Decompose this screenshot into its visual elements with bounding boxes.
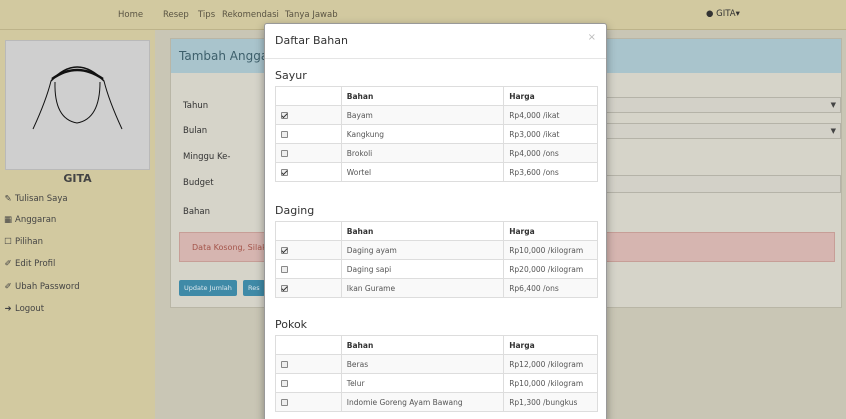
bahan-name: Ikan Gurame xyxy=(340,278,505,298)
checkbox-unchecked[interactable] xyxy=(281,379,288,387)
table-pokok: Bahan Harga Beras Rp12,000 /kilogram Tel… xyxy=(275,335,598,412)
bahan-name: Wortel xyxy=(340,162,505,182)
table-row: Kangkung Rp3,000 /ikat xyxy=(275,124,598,144)
section-title-sayur: Sayur xyxy=(275,69,307,82)
bahan-harga: Rp6,400 /ons xyxy=(503,278,598,298)
row-checkbox[interactable] xyxy=(275,373,342,393)
checkbox-unchecked[interactable] xyxy=(281,265,288,273)
section-title-pokok: Pokok xyxy=(275,318,308,331)
bahan-name: Beras xyxy=(340,354,505,374)
bahan-harga: Rp10,000 /kilogram xyxy=(503,373,598,393)
bahan-harga: Rp1,300 /bungkus xyxy=(503,392,598,412)
checkbox-checked[interactable] xyxy=(281,284,288,292)
table-row: Brokoli Rp4,000 /ons xyxy=(275,143,598,163)
modal-title: Daftar Bahan xyxy=(275,34,348,47)
bahan-harga: Rp12,000 /kilogram xyxy=(503,354,598,374)
checkbox-unchecked[interactable] xyxy=(281,130,288,138)
bahan-harga: Rp10,000 /kilogram xyxy=(503,240,598,260)
table-row: Beras Rp12,000 /kilogram xyxy=(275,354,598,374)
bahan-name: Daging sapi xyxy=(340,259,505,279)
table-header-row: Bahan Harga xyxy=(275,221,598,241)
bahan-name: Telur xyxy=(340,373,505,393)
header-bahan: Bahan xyxy=(340,221,505,241)
bahan-harga: Rp20,000 /kilogram xyxy=(503,259,598,279)
checkbox-checked[interactable] xyxy=(281,246,288,254)
checkbox-unchecked[interactable] xyxy=(281,149,288,157)
section-title-daging: Daging xyxy=(275,204,315,217)
table-row: Bayam Rp4,000 /ikat xyxy=(275,105,598,125)
checkbox-unchecked[interactable] xyxy=(281,398,288,406)
bahan-name: Daging ayam xyxy=(340,240,505,260)
header-check xyxy=(275,86,342,106)
header-check xyxy=(275,221,342,241)
table-header-row: Bahan Harga xyxy=(275,86,598,106)
table-row: Daging sapi Rp20,000 /kilogram xyxy=(275,259,598,279)
header-bahan: Bahan xyxy=(340,86,505,106)
bahan-name: Indomie Goreng Ayam Bawang xyxy=(340,392,505,412)
checkbox-checked[interactable] xyxy=(281,168,288,176)
row-checkbox[interactable] xyxy=(275,105,342,125)
table-row: Ikan Gurame Rp6,400 /ons xyxy=(275,278,598,298)
row-checkbox[interactable] xyxy=(275,240,342,260)
table-header-row: Bahan Harga xyxy=(275,335,598,355)
bahan-harga: Rp3,600 /ons xyxy=(503,162,598,182)
table-row: Wortel Rp3,600 /ons xyxy=(275,162,598,182)
row-checkbox[interactable] xyxy=(275,354,342,374)
row-checkbox[interactable] xyxy=(275,143,342,163)
bahan-name: Kangkung xyxy=(340,124,505,144)
row-checkbox[interactable] xyxy=(275,124,342,144)
row-checkbox[interactable] xyxy=(275,392,342,412)
bahan-harga: Rp4,000 /ons xyxy=(503,143,598,163)
table-row: Telur Rp10,000 /kilogram xyxy=(275,373,598,393)
table-daging: Bahan Harga Daging ayam Rp10,000 /kilogr… xyxy=(275,221,598,298)
checkbox-unchecked[interactable] xyxy=(281,360,288,368)
close-icon[interactable]: × xyxy=(588,32,596,43)
header-harga: Harga xyxy=(503,86,598,106)
header-bahan: Bahan xyxy=(340,335,505,355)
header-harga: Harga xyxy=(503,335,598,355)
row-checkbox[interactable] xyxy=(275,162,342,182)
row-checkbox[interactable] xyxy=(275,278,342,298)
bahan-name: Brokoli xyxy=(340,143,505,163)
checkbox-checked[interactable] xyxy=(281,111,288,119)
modal-header: Daftar Bahan × xyxy=(265,24,606,59)
daftar-bahan-modal: Daftar Bahan × Sayur Bahan Harga Bayam R… xyxy=(264,23,607,419)
row-checkbox[interactable] xyxy=(275,259,342,279)
table-row: Indomie Goreng Ayam Bawang Rp1,300 /bung… xyxy=(275,392,598,412)
bahan-name: Bayam xyxy=(340,105,505,125)
bahan-harga: Rp4,000 /ikat xyxy=(503,105,598,125)
bahan-harga: Rp3,000 /ikat xyxy=(503,124,598,144)
table-sayur: Bahan Harga Bayam Rp4,000 /ikat Kangkung… xyxy=(275,86,598,182)
header-check xyxy=(275,335,342,355)
table-row: Daging ayam Rp10,000 /kilogram xyxy=(275,240,598,260)
header-harga: Harga xyxy=(503,221,598,241)
